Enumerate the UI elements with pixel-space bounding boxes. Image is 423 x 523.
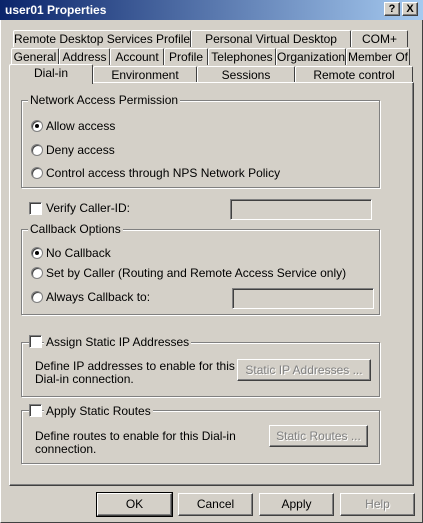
tab-profile[interactable]: Profile [164, 48, 208, 65]
radio-always-callback[interactable] [31, 291, 43, 303]
verify-caller-id-checkbox[interactable] [29, 202, 42, 215]
tab-com-plus[interactable]: COM+ [351, 30, 408, 47]
radio-selected-dot [35, 251, 39, 255]
static-ip-addresses-button[interactable]: Static IP Addresses ... [237, 359, 371, 381]
tab-telephones[interactable]: Telephones [208, 48, 276, 65]
tab-sessions[interactable]: Sessions [197, 66, 295, 83]
verify-caller-id-input[interactable] [230, 199, 372, 220]
cancel-button[interactable]: Cancel [178, 493, 253, 516]
tab-member-of[interactable]: Member Of [346, 48, 410, 65]
static-routes-label[interactable]: Apply Static Routes [44, 404, 153, 418]
callback-options-title: Callback Options [28, 222, 123, 236]
ok-button[interactable]: OK [96, 492, 173, 517]
window-title: user01 Properties [5, 3, 107, 17]
static-routes-description-line1: Define routes to enable for this Dial-in [35, 429, 236, 443]
label-control-nps[interactable]: Control access through NPS Network Polic… [46, 166, 280, 180]
static-ip-checkbox[interactable] [29, 335, 42, 348]
static-ip-description-line2: Dial-in connection. [35, 372, 134, 386]
tab-general[interactable]: General [11, 48, 59, 65]
apply-button[interactable]: Apply [259, 493, 334, 516]
always-callback-input[interactable] [232, 288, 374, 309]
label-deny-access[interactable]: Deny access [46, 143, 115, 157]
label-set-by-caller[interactable]: Set by Caller (Routing and Remote Access… [46, 266, 346, 280]
title-bar[interactable]: user01 Properties ? X [0, 0, 423, 20]
static-ip-description-line1: Define IP addresses to enable for this [35, 359, 235, 373]
radio-allow-access[interactable] [31, 120, 43, 132]
label-allow-access[interactable]: Allow access [46, 119, 115, 133]
static-routes-button[interactable]: Static Routes ... [269, 425, 368, 447]
tab-account[interactable]: Account [110, 48, 164, 65]
tab-address[interactable]: Address [59, 48, 110, 65]
help-title-button[interactable]: ? [384, 2, 400, 16]
close-title-button[interactable]: X [402, 2, 418, 16]
tab-environment[interactable]: Environment [93, 66, 197, 83]
tab-organization[interactable]: Organization [276, 48, 346, 65]
radio-control-nps[interactable] [31, 167, 43, 179]
radio-no-callback[interactable] [31, 247, 43, 259]
radio-set-by-caller[interactable] [31, 267, 43, 279]
tab-personal-virtual-desktop[interactable]: Personal Virtual Desktop [191, 30, 351, 47]
label-always-callback[interactable]: Always Callback to: [46, 290, 150, 304]
help-button[interactable]: Help [340, 493, 415, 516]
tab-remote-control[interactable]: Remote control [295, 66, 413, 83]
label-no-callback[interactable]: No Callback [46, 246, 111, 260]
radio-selected-dot [35, 124, 39, 128]
tab-dial-in[interactable]: Dial-in [9, 64, 93, 84]
network-access-title: Network Access Permission [28, 93, 181, 107]
static-routes-description-line2: connection. [35, 442, 97, 456]
verify-caller-id-label[interactable]: Verify Caller-ID: [46, 201, 130, 215]
static-ip-label[interactable]: Assign Static IP Addresses [44, 335, 192, 349]
static-routes-checkbox[interactable] [29, 404, 42, 417]
tab-remote-desktop-services-profile[interactable]: Remote Desktop Services Profile [13, 30, 191, 47]
radio-deny-access[interactable] [31, 144, 43, 156]
